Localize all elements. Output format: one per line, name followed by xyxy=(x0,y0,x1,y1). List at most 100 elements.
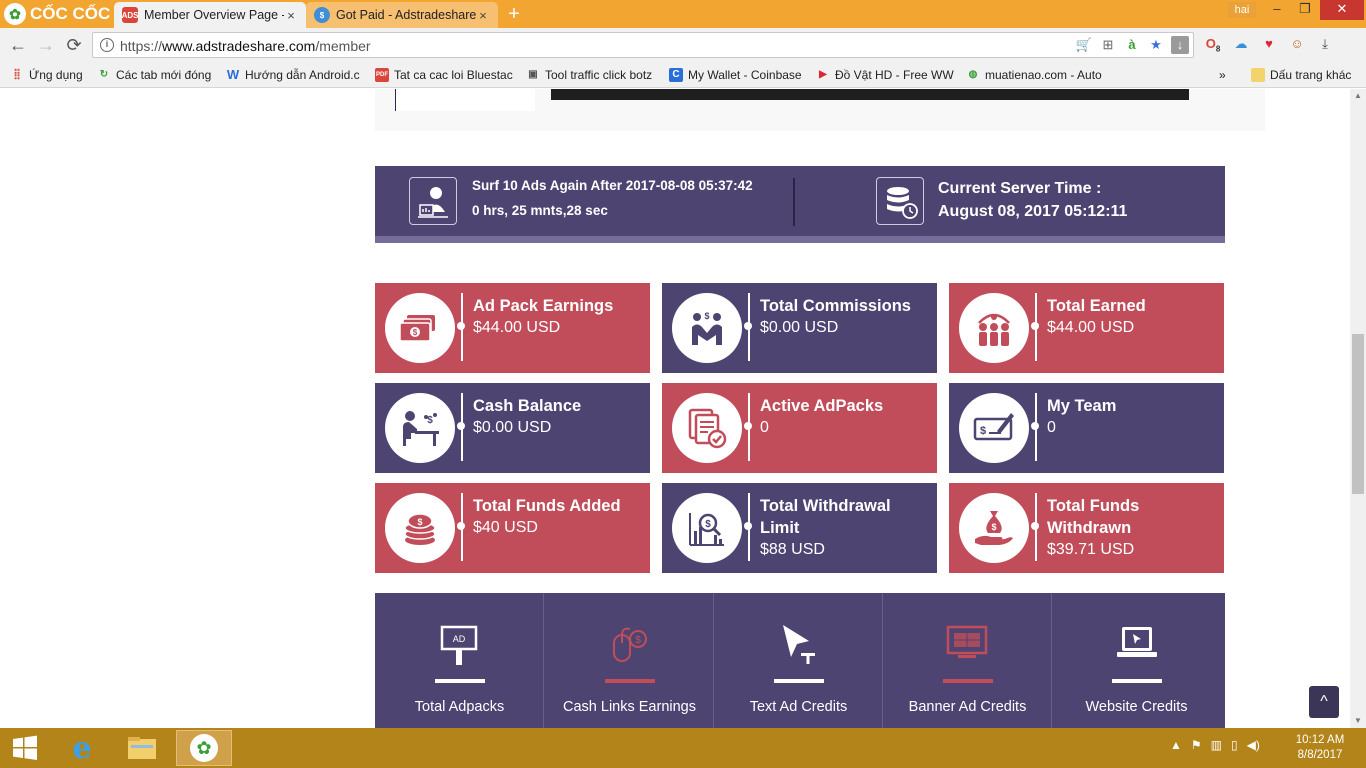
server-time-value: August 08, 2017 05:12:11 xyxy=(938,203,1128,220)
bookmark-bluestacks[interactable]: PDF Tat ca cac loi Bluestac xyxy=(375,66,515,84)
cart-icon[interactable]: 🛒 xyxy=(1075,36,1093,54)
chart-magnifier-icon: $ xyxy=(672,493,742,563)
credit-cash-links-earnings[interactable]: $ Cash Links Earnings xyxy=(545,593,714,728)
globe-icon: ◍ xyxy=(968,69,978,80)
taskbar-internet-explorer[interactable]: e xyxy=(54,730,110,766)
close-tab-icon[interactable]: × xyxy=(284,8,298,23)
tray-expand-icon[interactable]: ▲ xyxy=(1170,738,1182,752)
back-arrow-icon[interactable]: ← xyxy=(8,36,28,56)
downloads-icon[interactable]: ⤓ xyxy=(1316,35,1334,53)
close-tab-icon[interactable]: × xyxy=(476,8,490,23)
address-bar[interactable]: i https://www.adstradeshare.com/member 🛒… xyxy=(92,32,1194,58)
maximize-button[interactable]: ❐ xyxy=(1290,0,1320,20)
folder-icon xyxy=(1251,68,1265,82)
ad-sign-icon: AD xyxy=(440,625,478,665)
card-cash-balance: $ Cash Balance $0.00 USD xyxy=(375,383,650,473)
profile-badge[interactable]: hai xyxy=(1228,2,1256,18)
card-title: Active AdPacks xyxy=(760,397,884,415)
cursor-text-icon xyxy=(783,625,815,664)
page-scrollbar[interactable]: ▲ ▼ xyxy=(1350,89,1366,728)
scrollbar-thumb[interactable] xyxy=(1352,334,1364,494)
surf-countdown: 0 hrs, 25 mnts,28 sec xyxy=(472,203,608,218)
opera-extension-icon[interactable]: O8 xyxy=(1204,35,1222,54)
svg-text:$: $ xyxy=(991,522,996,532)
bookmark-do-vat-hd[interactable]: ▶ Đồ Vật HD - Free WW xyxy=(816,66,954,84)
taskbar-file-explorer[interactable] xyxy=(114,730,170,766)
card-dot xyxy=(1031,322,1039,330)
heart-extension-icon[interactable]: ♥ xyxy=(1260,35,1278,53)
taskbar-clock[interactable]: 10:12 AM 8/8/2017 xyxy=(1290,733,1350,763)
card-total-funds-withdrawn: $ Total Funds Withdrawn $39.71 USD xyxy=(949,483,1224,573)
card-ad-pack-earnings: $ Ad Pack Earnings $44.00 USD xyxy=(375,283,650,373)
url-text[interactable]: https://www.adstradeshare.com/member xyxy=(120,38,371,54)
card-title: Cash Balance xyxy=(473,397,582,415)
scroll-down-arrow-icon[interactable]: ▼ xyxy=(1350,714,1366,728)
minimize-button[interactable]: – xyxy=(1262,0,1292,20)
translate-icon[interactable]: ⊞ xyxy=(1099,36,1117,54)
card-title: Ad Pack Earnings xyxy=(473,297,614,315)
card-value: $39.71 USD xyxy=(1047,541,1135,558)
hand-money-bag-icon: $ xyxy=(959,493,1029,563)
bookmark-recent-tabs[interactable]: ↻ Các tab mới đóng xyxy=(97,66,211,84)
coccoc-browser-icon: ✿ xyxy=(190,734,218,762)
bookmark-coinbase[interactable]: C My Wallet - Coinbase xyxy=(669,66,802,84)
bookmark-apps[interactable]: ⣿ Ứng dụng xyxy=(10,66,82,84)
battery-icon[interactable]: ▯ xyxy=(1231,738,1238,752)
credit-total-adpacks[interactable]: AD Total Adpacks xyxy=(375,593,544,728)
bookmark-android-guide[interactable]: W Hướng dẫn Android.c xyxy=(226,66,366,84)
volume-icon[interactable]: ◀) xyxy=(1247,738,1260,752)
credit-text-ad-credits[interactable]: Text Ad Credits xyxy=(714,593,883,728)
surf-again-text: Surf 10 Ads Again After 2017-08-08 05:37… xyxy=(472,178,753,193)
coccoc-logo[interactable]: ✿ CỐC CỐC xyxy=(4,3,110,25)
scroll-up-arrow-icon[interactable]: ▲ xyxy=(1350,89,1366,103)
card-total-withdrawal-limit: $ Total Withdrawal Limit $88 USD xyxy=(662,483,937,573)
site-info-icon[interactable]: i xyxy=(100,38,114,52)
server-clock-icon xyxy=(876,177,924,225)
card-title: Total Funds Withdrawn xyxy=(1047,497,1140,537)
server-time-label: Current Server Time : xyxy=(938,180,1102,197)
forward-arrow-icon[interactable]: → xyxy=(36,36,56,56)
money-stack-icon: $ xyxy=(385,293,455,363)
avatar-extension-icon[interactable]: ☺ xyxy=(1288,35,1306,53)
network-icon[interactable]: ▥ xyxy=(1211,738,1222,752)
tab-member-overview[interactable]: ADS Member Overview Page - × xyxy=(114,2,306,28)
start-button[interactable] xyxy=(0,730,50,766)
recent-tabs-icon: ↻ xyxy=(99,69,109,80)
cloud-extension-icon[interactable]: ☁ xyxy=(1232,35,1250,53)
bookmark-traffic-tool[interactable]: ▣ Tool traffic click botz xyxy=(526,66,652,84)
coccoc-leaf-icon: ✿ xyxy=(4,3,26,25)
tab-got-paid[interactable]: $ Got Paid - Adstradeshare × xyxy=(306,2,498,28)
tab-title: Member Overview Page - xyxy=(144,8,284,22)
checked-documents-icon xyxy=(672,393,742,463)
status-divider xyxy=(793,178,795,226)
card-dot xyxy=(457,422,465,430)
new-tab-button[interactable]: + xyxy=(504,4,524,24)
action-center-flag-icon[interactable]: ⚑ xyxy=(1191,738,1202,752)
cheque-icon: $ xyxy=(959,393,1029,463)
card-value: $44.00 USD xyxy=(473,319,561,336)
file-explorer-icon xyxy=(128,737,156,759)
credit-banner-ad-credits[interactable]: Banner Ad Credits xyxy=(883,593,1052,728)
card-title: Total Withdrawal Limit xyxy=(760,497,891,537)
spell-icon[interactable]: à xyxy=(1123,36,1141,54)
back-to-top-button[interactable]: ^ xyxy=(1309,686,1339,718)
surf-status-bar: Surf 10 Ads Again After 2017-08-08 05:37… xyxy=(375,166,1225,243)
reload-icon[interactable]: ⟳ xyxy=(64,36,84,56)
download-page-icon[interactable]: ↓ xyxy=(1171,36,1189,54)
tab-title: Got Paid - Adstradeshare xyxy=(336,8,476,22)
credit-website-credits[interactable]: Website Credits xyxy=(1052,593,1221,728)
taskbar-coccoc-browser[interactable]: ✿ xyxy=(176,730,232,766)
close-window-button[interactable]: ✕ xyxy=(1320,0,1364,20)
bookmark-muatienao[interactable]: ◍ muatienao.com - Auto xyxy=(966,66,1104,84)
bookmark-other[interactable]: Dấu trang khác xyxy=(1251,66,1351,84)
bookmarks-overflow-button[interactable]: » xyxy=(1219,66,1226,84)
credit-label: Total Adpacks xyxy=(414,699,505,715)
svg-text:$: $ xyxy=(413,328,418,337)
coin-stack-icon: $ xyxy=(385,493,455,563)
desk-worker-icon: $ xyxy=(385,393,455,463)
credit-accent-bar xyxy=(1112,679,1162,683)
bookmark-star-icon[interactable]: ★ xyxy=(1147,36,1165,54)
credit-accent-bar xyxy=(774,679,824,683)
user-screen-icon xyxy=(409,177,457,225)
card-my-team: $ My Team 0 xyxy=(949,383,1224,473)
